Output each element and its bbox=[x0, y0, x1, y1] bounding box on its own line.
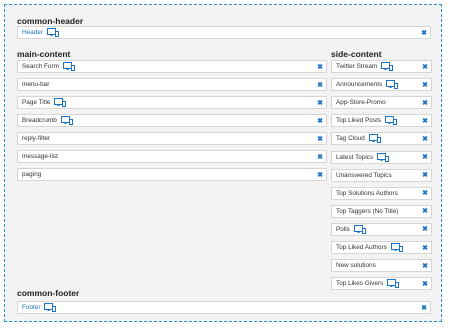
close-icon[interactable]: ✖ bbox=[317, 169, 323, 180]
close-icon[interactable]: ✖ bbox=[422, 206, 428, 217]
widget-label: reply-filter bbox=[22, 135, 51, 142]
desktop-mobile-icon bbox=[60, 116, 73, 125]
close-icon[interactable]: ✖ bbox=[421, 302, 427, 313]
close-icon[interactable]: ✖ bbox=[422, 188, 428, 199]
widget-label: Unanswered Topics bbox=[336, 171, 392, 179]
side-content-widget[interactable]: Top Liked Posts ✖ bbox=[331, 114, 432, 128]
widget-label: Top Liked Posts bbox=[336, 117, 382, 125]
close-icon[interactable]: ✖ bbox=[317, 79, 323, 90]
main-content-widget[interactable]: Search Form ✖ bbox=[17, 60, 327, 73]
common-header-title: common-header bbox=[17, 16, 84, 26]
main-content-widget[interactable]: Breadcrumb ✖ bbox=[17, 114, 327, 127]
main-content-widget[interactable]: reply-filter ✖ bbox=[17, 132, 327, 145]
side-content-widget[interactable]: Top Liked Authors ✖ bbox=[331, 241, 432, 254]
desktop-mobile-icon bbox=[386, 80, 399, 90]
side-content-widget[interactable]: Unanswered Topics ✖ bbox=[331, 168, 432, 182]
desktop-mobile-icon bbox=[44, 303, 57, 312]
desktop-mobile-icon bbox=[385, 116, 398, 126]
close-icon[interactable]: ✖ bbox=[422, 242, 428, 253]
desktop-mobile-icon bbox=[368, 134, 381, 144]
widget-label: Twitter Stream bbox=[336, 63, 378, 70]
common-header-widget[interactable]: Header ✖ bbox=[17, 26, 431, 39]
close-icon[interactable]: ✖ bbox=[422, 152, 428, 163]
close-icon[interactable]: ✖ bbox=[317, 115, 323, 126]
close-icon[interactable]: ✖ bbox=[317, 61, 323, 72]
main-content-widget[interactable]: Page Title ✖ bbox=[17, 96, 327, 109]
widget-label: paging bbox=[22, 171, 42, 178]
desktop-mobile-icon bbox=[353, 224, 366, 234]
main-content-widget[interactable]: message-list ✖ bbox=[17, 150, 327, 163]
close-icon[interactable]: ✖ bbox=[422, 115, 428, 126]
side-content-widget[interactable]: App-Store-Promo ✖ bbox=[331, 96, 432, 110]
main-content-widget[interactable]: menu-bar ✖ bbox=[17, 78, 327, 91]
side-content-widget[interactable]: Announcements ✖ bbox=[331, 78, 432, 92]
close-icon[interactable]: ✖ bbox=[317, 133, 323, 144]
side-content-widget[interactable]: Top Taggers (No Title) ✖ bbox=[331, 204, 432, 218]
close-icon[interactable]: ✖ bbox=[317, 151, 323, 162]
widget-label: Tag Cloud bbox=[336, 135, 365, 143]
close-icon[interactable]: ✖ bbox=[317, 97, 323, 108]
close-icon[interactable]: ✖ bbox=[422, 170, 428, 181]
widget-label: Top Likes Givers bbox=[336, 280, 384, 288]
widget-label: App-Store-Promo bbox=[336, 99, 386, 107]
desktop-mobile-icon bbox=[46, 28, 59, 37]
widget-label: Header bbox=[22, 29, 43, 36]
widget-label: Top Liked Authors bbox=[336, 244, 387, 251]
widget-label: New solutions bbox=[336, 262, 376, 270]
side-content-title: side-content bbox=[331, 49, 382, 59]
side-content-widget[interactable]: Latest Topics ✖ bbox=[331, 150, 432, 164]
desktop-mobile-icon bbox=[387, 279, 400, 289]
side-content-widget[interactable]: Polls ✖ bbox=[331, 222, 432, 236]
widget-label: Announcements bbox=[336, 81, 383, 89]
close-icon[interactable]: ✖ bbox=[422, 260, 428, 271]
desktop-mobile-icon bbox=[62, 62, 75, 71]
close-icon[interactable]: ✖ bbox=[421, 27, 427, 38]
close-icon[interactable]: ✖ bbox=[422, 97, 428, 108]
common-footer-widget[interactable]: Footer ✖ bbox=[17, 301, 431, 314]
widget-label: Footer bbox=[22, 304, 41, 311]
widget-label: Page Title bbox=[22, 99, 51, 106]
widget-label: Search Form bbox=[22, 63, 59, 70]
desktop-mobile-icon bbox=[390, 243, 403, 252]
close-icon[interactable]: ✖ bbox=[422, 278, 428, 289]
close-icon[interactable]: ✖ bbox=[422, 133, 428, 144]
main-content-title: main-content bbox=[17, 49, 71, 59]
common-footer-title: common-footer bbox=[17, 288, 80, 298]
desktop-mobile-icon bbox=[377, 152, 390, 162]
close-icon[interactable]: ✖ bbox=[422, 79, 428, 90]
side-content-widget[interactable]: Twitter Stream ✖ bbox=[331, 60, 432, 73]
page-layout-frame: common-header Header ✖ main-content Searc… bbox=[4, 4, 442, 322]
side-content-widget[interactable]: New solutions ✖ bbox=[331, 259, 432, 273]
widget-label: menu-bar bbox=[22, 81, 50, 88]
desktop-mobile-icon bbox=[381, 62, 394, 71]
desktop-mobile-icon bbox=[54, 98, 67, 107]
main-content-widget[interactable]: paging ✖ bbox=[17, 168, 327, 181]
widget-label: Latest Topics bbox=[336, 153, 374, 161]
close-icon[interactable]: ✖ bbox=[422, 224, 428, 235]
widget-label: Top Taggers (No Title) bbox=[336, 207, 399, 215]
widget-label: Breadcrumb bbox=[22, 117, 57, 124]
side-content-widget[interactable]: Tag Cloud ✖ bbox=[331, 132, 432, 146]
widget-label: Top Solutions Authors bbox=[336, 189, 398, 197]
widget-label: message-list bbox=[22, 153, 58, 160]
widget-label: Polls bbox=[336, 225, 350, 233]
side-content-widget[interactable]: Top Solutions Authors ✖ bbox=[331, 186, 432, 200]
close-icon[interactable]: ✖ bbox=[422, 61, 428, 72]
side-content-widget[interactable]: Top Likes Givers ✖ bbox=[331, 277, 432, 291]
